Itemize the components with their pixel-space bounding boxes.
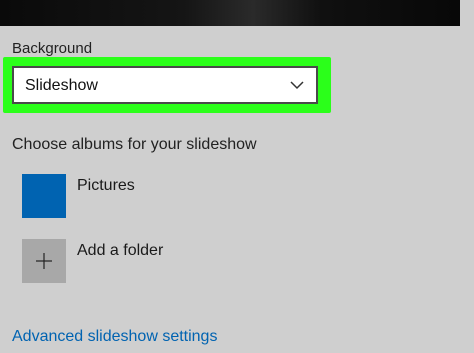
album-item-label: Pictures [77, 177, 135, 194]
add-folder-tile [22, 239, 66, 283]
background-label: Background [12, 40, 93, 57]
dropdown-selected-value: Slideshow [25, 77, 98, 94]
album-item-pictures[interactable]: Pictures [22, 174, 322, 218]
add-folder-button[interactable]: Add a folder [22, 239, 322, 283]
pictures-folder-tile [22, 174, 66, 218]
preview-gap [460, 0, 474, 26]
chevron-down-icon [290, 81, 304, 90]
background-dropdown[interactable]: Slideshow [12, 66, 318, 104]
plus-icon [36, 253, 52, 269]
albums-heading: Choose albums for your slideshow [12, 136, 257, 153]
background-preview-image [0, 0, 460, 26]
add-folder-label: Add a folder [77, 242, 164, 259]
advanced-slideshow-settings-link[interactable]: Advanced slideshow settings [12, 328, 217, 346]
